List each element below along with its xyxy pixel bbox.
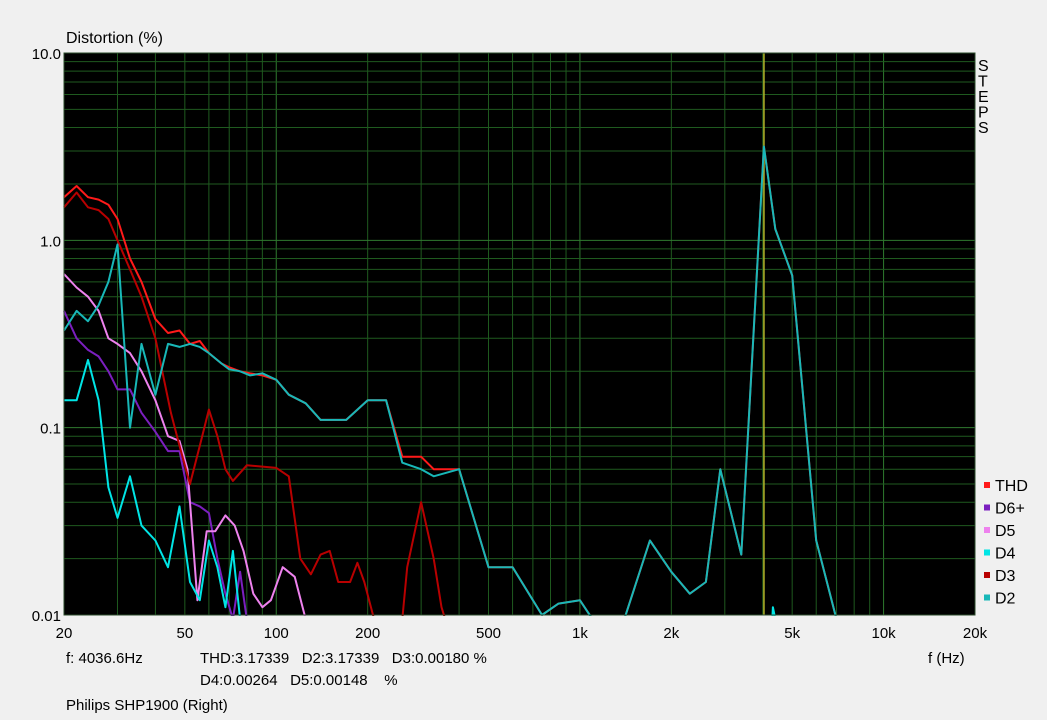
side-label-letter: S — [978, 120, 989, 137]
legend-label: D5 — [995, 523, 1016, 540]
side-label-letter: E — [978, 89, 989, 106]
y-axis-label: Distortion (%) — [66, 30, 163, 47]
legend-swatch — [984, 527, 990, 533]
x-tick-label: 10k — [871, 625, 896, 642]
chart-caption: Philips SHP1900 (Right) — [66, 697, 228, 714]
legend-label: THD — [995, 478, 1028, 495]
x-tick-labels: 20 50 100 200 500 1k 2k 5k 10k 20k — [56, 625, 988, 642]
x-axis-label: f (Hz) — [928, 650, 965, 667]
legend-swatch — [984, 482, 990, 488]
side-label-letter: S — [978, 58, 989, 75]
frequency-readout: f: 4036.6Hz — [66, 650, 143, 667]
legend-label: D6+ — [995, 501, 1025, 518]
x-tick-label: 5k — [784, 625, 800, 642]
distortion-chart: 10.0 1.0 0.1 0.01 20 50 100 200 500 1k 2k 5k 10k 20k… — [32, 30, 1028, 642]
y-tick-label: 1.0 — [40, 233, 61, 250]
legend-label: D3 — [995, 568, 1016, 585]
harmonics-readout-line1: THD:3.17339 D2:3.17339 D3:0.00180 % — [200, 650, 487, 667]
legend-swatch — [984, 594, 990, 601]
x-tick-label: 500 — [476, 625, 501, 642]
side-label-letter: T — [978, 74, 988, 91]
x-tick-label: 50 — [176, 625, 193, 642]
plot-area — [64, 53, 975, 615]
side-label-letter: P — [978, 105, 989, 122]
distortion-chart-window: 10.0 1.0 0.1 0.01 20 50 100 200 500 1k 2k 5k 10k 20k… — [0, 0, 1047, 720]
y-tick-label: 0.1 — [40, 421, 61, 438]
legend-swatch — [984, 549, 990, 556]
x-tick-label: 200 — [355, 625, 380, 642]
side-label-steps: STEPS — [978, 58, 989, 137]
x-tick-label: 20 — [56, 625, 73, 642]
legend-label: D2 — [995, 591, 1016, 608]
harmonics-readout-line2: D4:0.00264 D5:0.00148 % — [200, 672, 398, 689]
x-tick-label: 20k — [963, 625, 988, 642]
y-tick-label: 0.01 — [32, 608, 61, 625]
x-tick-label: 2k — [663, 625, 679, 642]
y-tick-label: 10.0 — [32, 46, 61, 63]
legend-label: D4 — [995, 546, 1016, 563]
legend-swatch — [984, 572, 990, 578]
plot-bottom-mask — [62, 616, 977, 624]
x-tick-label: 1k — [572, 625, 588, 642]
legend-swatch — [984, 504, 990, 511]
x-tick-label: 100 — [264, 625, 289, 642]
y-tick-labels: 10.0 1.0 0.1 0.01 — [32, 46, 61, 625]
legend: THD D6+ D5 D4 D3 D2 — [984, 478, 1028, 608]
